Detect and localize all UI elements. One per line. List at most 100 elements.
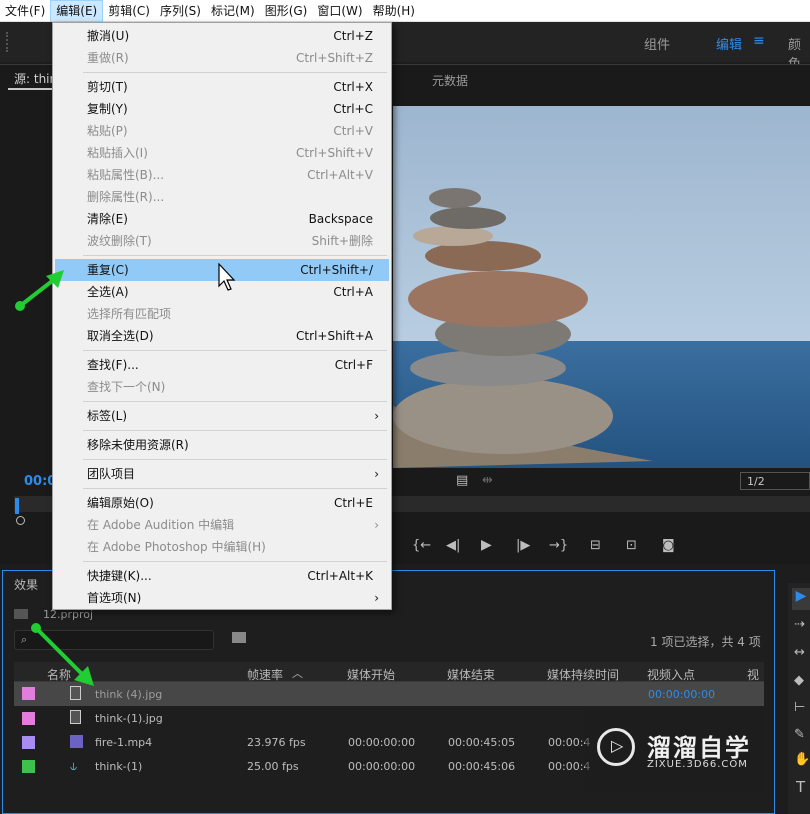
menu-separator xyxy=(83,430,387,431)
menu-item-cut[interactable]: 剪切(T) Ctrl+X xyxy=(55,76,389,98)
menu-edit[interactable]: 编辑(E) xyxy=(50,0,104,22)
metadata-tab[interactable]: 元数据 xyxy=(432,72,468,89)
menu-item-preferences[interactable]: 首选项(N) › xyxy=(55,587,389,609)
submenu-arrow-icon: › xyxy=(374,467,379,481)
menu-separator xyxy=(83,488,387,489)
sort-asc-icon: ︿ xyxy=(292,667,303,680)
menu-item-undo[interactable]: 撤消(U) Ctrl+Z xyxy=(55,25,389,47)
watermark-url: ZIXUE.3D66.COM xyxy=(647,759,748,770)
search-icon: ⌕ xyxy=(21,633,28,646)
submenu-arrow-icon: › xyxy=(374,518,379,532)
go-to-in-icon[interactable]: {← xyxy=(412,538,431,553)
mouse-cursor-icon xyxy=(218,263,236,291)
menu-item-remove-unused[interactable]: 移除未使用资源(R) xyxy=(55,434,389,456)
label-swatch[interactable] xyxy=(22,712,35,725)
workspace-menu-icon[interactable]: ≡ xyxy=(753,33,765,49)
menu-item-redo: 重做(R) Ctrl+Shift+Z xyxy=(87,51,373,65)
row-media-end: 00:00:45:06 xyxy=(448,760,516,773)
menu-separator xyxy=(83,459,387,460)
selection-tool-icon[interactable]: ▶ xyxy=(792,588,810,610)
menu-item-find-next: 查找下一个(N) xyxy=(87,380,166,394)
menu-item-paste: 粘贴(P) Ctrl+V xyxy=(87,124,373,138)
submenu-arrow-icon: › xyxy=(374,409,379,423)
camera-icon[interactable]: ◙ xyxy=(662,538,675,553)
new-bin-icon[interactable] xyxy=(232,632,246,643)
ripple-edit-icon[interactable]: ↔ xyxy=(794,645,805,660)
col-media-duration[interactable]: 媒体持续时间 xyxy=(547,666,619,683)
stacked-stones-image xyxy=(393,106,810,468)
go-to-out-icon[interactable]: →} xyxy=(549,538,568,553)
play-icon[interactable]: ▶ xyxy=(481,537,492,553)
fit-icon[interactable]: ⇹ xyxy=(482,473,493,488)
effects-tab[interactable]: 效果 xyxy=(14,576,38,593)
menu-bar: 文件(F) 编辑(E) 剪辑(C) 序列(S) 标记(M) 图形(G) 窗口(W… xyxy=(0,0,810,22)
label-swatch[interactable] xyxy=(22,760,35,773)
menu-item-edit-in-audition: 在 Adobe Audition 中编辑 › xyxy=(55,514,389,536)
sequence-icon: ⫝ xyxy=(70,759,78,773)
menu-item-ripple-delete: 波纹删除(T) Shift+删除 xyxy=(87,234,373,248)
menu-separator xyxy=(83,255,387,256)
menu-file[interactable]: 文件(F) xyxy=(0,0,50,22)
menu-graphics[interactable]: 图形(G) xyxy=(260,0,313,22)
col-video-in[interactable]: 视频入点 xyxy=(647,666,695,683)
row-name: think-(1) xyxy=(95,760,143,773)
col-media-end[interactable]: 媒体结束 xyxy=(447,666,495,683)
row-video-in: 00:00:00:00 xyxy=(648,688,716,701)
menu-help[interactable]: 帮助(H) xyxy=(368,0,420,22)
grip-icon xyxy=(6,32,10,52)
menu-markers[interactable]: 标记(M) xyxy=(206,0,260,22)
zoom-handle[interactable] xyxy=(16,516,25,525)
row-name: think (4).jpg xyxy=(95,688,163,701)
razor-icon[interactable]: ◆ xyxy=(794,673,804,688)
label-swatch[interactable] xyxy=(22,736,35,749)
safe-margins-icon[interactable]: ▤ xyxy=(456,473,468,488)
menu-item-keyboard-shortcuts[interactable]: 快捷键(K)... Ctrl+Alt+K xyxy=(55,565,389,587)
step-forward-icon[interactable]: |▶ xyxy=(516,538,530,553)
col-frame-rate[interactable]: 帧速率 xyxy=(247,666,283,683)
hand-icon[interactable]: ✋ xyxy=(794,752,810,767)
resolution-select[interactable]: 1/2 xyxy=(740,472,810,490)
pen-icon[interactable]: ✎ xyxy=(794,727,805,742)
col-video-out[interactable]: 视 xyxy=(747,666,759,683)
row-media-start: 00:00:00:00 xyxy=(348,760,416,773)
menu-item-find[interactable]: 查找(F)... Ctrl+F xyxy=(55,354,389,376)
menu-item-label[interactable]: 标签(L) › xyxy=(55,405,389,427)
resolution-value: 1/2 xyxy=(747,475,765,488)
menu-item-edit-in-photoshop: 在 Adobe Photoshop 中编辑(H) xyxy=(87,540,266,554)
play-icon: ▷ xyxy=(611,736,624,755)
watermark-brand: 溜溜自学 xyxy=(647,734,751,762)
menu-clip[interactable]: 剪辑(C) xyxy=(103,0,155,22)
menu-item-edit-original[interactable]: 编辑原始(O) Ctrl+E xyxy=(55,492,389,514)
row-fps: 25.00 fps xyxy=(247,760,299,773)
annotation-arrow-icon xyxy=(31,623,94,686)
type-tool-icon[interactable]: T xyxy=(796,778,805,796)
menu-item-deselect-all[interactable]: 取消全选(D) Ctrl+Shift+A xyxy=(55,325,389,347)
tab-assembly[interactable]: 组件 xyxy=(644,34,670,53)
menu-separator xyxy=(83,72,387,73)
track-select-icon[interactable]: ⇢ xyxy=(794,617,805,632)
slip-icon[interactable]: ⊢ xyxy=(794,700,805,715)
playhead[interactable] xyxy=(15,498,19,514)
menu-item-select-all-matching: 选择所有匹配项 xyxy=(87,307,172,321)
edit-menu-dropdown: 撤消(U) Ctrl+Z 重做(R) Ctrl+Shift+Z 剪切(T) Ctrl+… xyxy=(52,22,392,610)
menu-separator xyxy=(83,401,387,402)
folder-icon xyxy=(14,609,28,619)
menu-item-paste-insert: 粘贴插入(I) Ctrl+Shift+V xyxy=(87,146,373,160)
col-media-start[interactable]: 媒体开始 xyxy=(347,666,395,683)
video-clip-icon xyxy=(70,735,83,748)
step-back-icon[interactable]: ◀| xyxy=(446,538,460,553)
row-media-start: 00:00:00:00 xyxy=(348,736,416,749)
menu-window[interactable]: 窗口(W) xyxy=(312,0,367,22)
overwrite-icon[interactable]: ⊡ xyxy=(626,538,637,553)
insert-icon[interactable]: ⊟ xyxy=(590,538,601,553)
menu-item-remove-attributes: 删除属性(R)... xyxy=(87,190,165,204)
menu-separator xyxy=(83,561,387,562)
menu-item-copy[interactable]: 复制(Y) Ctrl+C xyxy=(55,98,389,120)
menu-item-clear[interactable]: 清除(E) Backspace xyxy=(55,208,389,230)
selection-status: 1 项已选择，共 4 项 xyxy=(650,635,761,649)
tab-editing[interactable]: 编辑 xyxy=(716,34,742,53)
source-tab-label: 源: thin xyxy=(14,72,58,86)
menu-item-team-project[interactable]: 团队项目 › xyxy=(55,463,389,485)
menu-sequence[interactable]: 序列(S) xyxy=(155,0,206,22)
annotation-arrow-icon xyxy=(15,270,64,311)
